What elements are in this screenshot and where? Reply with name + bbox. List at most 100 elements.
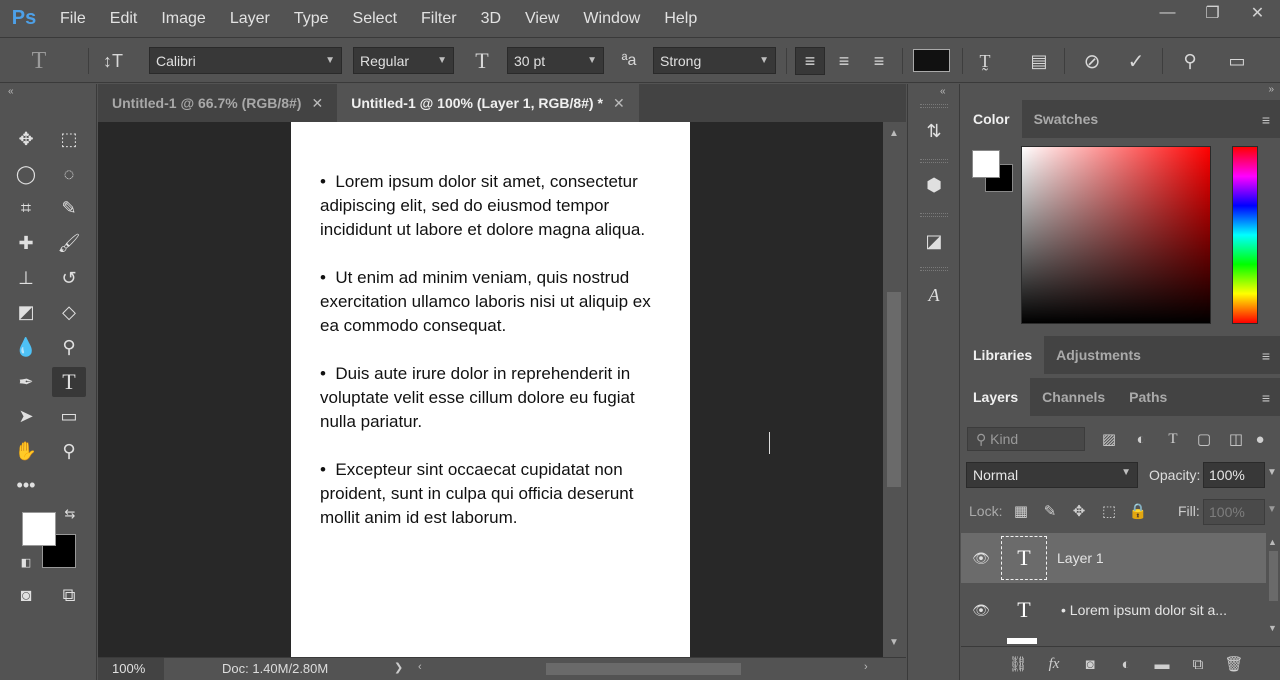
align-left-icon[interactable]: ≡	[795, 47, 825, 75]
eye-icon[interactable]: 👁	[961, 602, 1001, 619]
tab-untitled-66[interactable]: Untitled-1 @ 66.7% (RGB/8#) ✕	[98, 84, 337, 122]
antialias-select[interactable]: Strong ▼	[653, 47, 776, 74]
move-tool-icon[interactable]: ✥	[9, 124, 43, 154]
image-filter-icon[interactable]: ▨	[1097, 427, 1121, 451]
swap-colors-icon[interactable]: ⇆	[58, 504, 82, 524]
type-tool-preset-icon[interactable]: T	[24, 47, 54, 75]
tab-layers[interactable]: Layers	[961, 378, 1031, 416]
link-layers-icon[interactable]: ⛓	[1006, 652, 1030, 676]
text-bullet[interactable]: • Ut enim ad minim veniam, quis nostrud …	[320, 266, 668, 338]
panel-menu-icon[interactable]: ≡	[1262, 348, 1270, 364]
align-center-icon[interactable]: ≡	[829, 47, 859, 75]
new-group-icon[interactable]: ▬	[1150, 652, 1174, 676]
workspace-icon[interactable]: ▭	[1222, 47, 1252, 75]
panel-grip[interactable]	[920, 104, 948, 108]
menu-3d[interactable]: 3D	[469, 10, 513, 28]
status-menu-arrow-icon[interactable]: ❯	[394, 661, 403, 674]
eraser-tool-icon[interactable]: ◩	[9, 297, 43, 327]
eyedropper-tool-icon[interactable]: ✎	[52, 193, 86, 223]
opacity-input[interactable]: 100%	[1203, 462, 1265, 488]
menu-layer[interactable]: Layer	[218, 10, 282, 28]
panel-grip[interactable]	[920, 159, 948, 163]
adjustment-layer-icon[interactable]: ◐	[1114, 652, 1138, 676]
lock-transparent-icon[interactable]: ▦	[1009, 499, 1033, 523]
align-right-icon[interactable]: ≡	[864, 47, 894, 75]
font-family-select[interactable]: Calibri ▼	[149, 47, 342, 74]
warp-text-icon[interactable]: T̰	[970, 47, 1000, 75]
close-button[interactable]: ✕	[1235, 0, 1280, 26]
tab-adjustments[interactable]: Adjustments	[1044, 336, 1153, 374]
cancel-icon[interactable]: ⊘	[1077, 47, 1107, 75]
brush-tool-icon[interactable]: 🖌	[52, 228, 86, 258]
more-tools-icon[interactable]: •••	[9, 470, 43, 500]
vertical-scroll-thumb[interactable]	[887, 292, 901, 487]
collapse-panels-icon[interactable]: «	[940, 86, 946, 97]
marquee-tool-icon[interactable]: ⬚	[52, 124, 86, 154]
toggle-text-orientation-icon[interactable]: ↕T	[98, 47, 128, 75]
text-bullet[interactable]: • Duis aute irure dolor in reprehenderit…	[320, 362, 668, 434]
panel-menu-icon[interactable]: ≡	[1262, 390, 1270, 406]
dodge-tool-icon[interactable]: ⚲	[52, 332, 86, 362]
filter-kind-select[interactable]: ⚲ Kind	[967, 427, 1085, 451]
lock-all-icon[interactable]: 🔒	[1126, 499, 1150, 523]
3d-panel-icon[interactable]: ⬢	[918, 170, 950, 200]
collapse-right-icon[interactable]: »	[1268, 84, 1274, 95]
menu-type[interactable]: Type	[282, 10, 341, 28]
menu-window[interactable]: Window	[571, 10, 652, 28]
menu-edit[interactable]: Edit	[98, 10, 150, 28]
scroll-left-icon[interactable]: ‹	[418, 661, 422, 673]
scroll-down-icon[interactable]: ▼	[889, 637, 899, 648]
document-page[interactable]: • Lorem ipsum dolor sit amet, consectetu…	[291, 122, 690, 657]
menu-file[interactable]: File	[48, 10, 98, 28]
screen-mode-icon[interactable]: ⧉	[52, 580, 86, 610]
menu-help[interactable]: Help	[652, 10, 709, 28]
commit-checkmark-icon[interactable]: ✓	[1121, 47, 1151, 75]
quick-mask-icon[interactable]: ◙	[9, 580, 43, 610]
paragraph-styles-icon[interactable]: ◪	[918, 226, 950, 256]
lock-position-icon[interactable]: ✥	[1067, 499, 1091, 523]
minimize-button[interactable]: —	[1145, 0, 1190, 26]
tab-swatches[interactable]: Swatches	[1022, 100, 1111, 138]
menu-image[interactable]: Image	[149, 10, 217, 28]
menu-view[interactable]: View	[513, 10, 571, 28]
scroll-down-icon[interactable]: ▼	[1268, 623, 1277, 633]
foreground-color-swatch[interactable]	[22, 512, 56, 546]
zoom-tool-icon[interactable]: ⚲	[52, 436, 86, 466]
new-layer-icon[interactable]: ⧉	[1186, 652, 1210, 676]
layers-scroll-thumb[interactable]	[1269, 551, 1278, 601]
color-foreground-swatch[interactable]	[972, 150, 1000, 178]
text-bullet[interactable]: • Excepteur sint occaecat cupidatat non …	[320, 458, 668, 530]
close-icon[interactable]: ✕	[311, 95, 323, 112]
tab-libraries[interactable]: Libraries	[961, 336, 1045, 374]
fill-input[interactable]: 100%	[1203, 499, 1265, 525]
tab-paths[interactable]: Paths	[1117, 378, 1179, 416]
layer-row-layer-1[interactable]: 👁 T Layer 1	[961, 533, 1266, 583]
lock-image-icon[interactable]: ✎	[1038, 499, 1062, 523]
smart-object-filter-icon[interactable]: ◫	[1224, 427, 1248, 451]
crop-tool-icon[interactable]: ⌗	[9, 193, 43, 223]
text-bullet[interactable]: • Lorem ipsum dolor sit amet, consectetu…	[320, 170, 668, 242]
hue-slider[interactable]	[1232, 146, 1258, 324]
adjustment-filter-icon[interactable]: ◐	[1129, 427, 1153, 451]
filter-toggle-icon[interactable]: ●	[1253, 427, 1267, 451]
type-tool-icon[interactable]: T	[52, 367, 86, 397]
restore-button[interactable]: ❐	[1190, 0, 1235, 26]
quick-selection-tool-icon[interactable]: ◌	[52, 159, 86, 189]
clone-stamp-tool-icon[interactable]: ⊥	[9, 263, 43, 293]
path-selection-tool-icon[interactable]: ➤	[9, 401, 43, 431]
healing-brush-tool-icon[interactable]: ✚	[9, 228, 43, 258]
font-size-select[interactable]: 30 pt ▼	[507, 47, 604, 74]
doc-size[interactable]: Doc: 1.40M/2.80M	[222, 661, 328, 676]
paint-bucket-tool-icon[interactable]: ◇	[52, 297, 86, 327]
document-canvas[interactable]: • Lorem ipsum dolor sit amet, consectetu…	[98, 122, 883, 657]
tab-channels[interactable]: Channels	[1030, 378, 1117, 416]
opacity-chevron-icon[interactable]: ▼	[1267, 467, 1277, 478]
zoom-level[interactable]: 100%	[98, 658, 164, 680]
hand-tool-icon[interactable]: ✋	[9, 436, 43, 466]
blur-tool-icon[interactable]: 💧	[9, 332, 43, 362]
panel-grip[interactable]	[920, 213, 948, 217]
blend-mode-select[interactable]: Normal ▼	[966, 462, 1138, 488]
panel-grip[interactable]	[920, 267, 948, 271]
lasso-tool-icon[interactable]: ◯	[9, 159, 43, 189]
pen-tool-icon[interactable]: ✒	[9, 367, 43, 397]
